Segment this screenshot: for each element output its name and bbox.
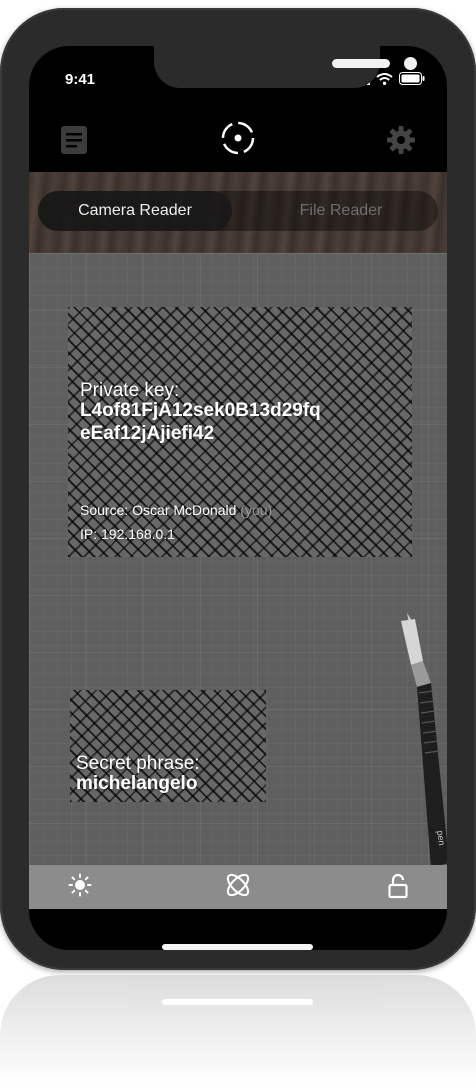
battery-icon (399, 72, 425, 85)
front-camera (404, 57, 417, 70)
unlock-icon[interactable] (388, 873, 408, 899)
reader-tabs-band: Camera Reader File Reader (29, 172, 447, 253)
ip-text: IP: 192.168.0.1 (80, 526, 175, 542)
reader-segmented-control: Camera Reader File Reader (38, 191, 438, 231)
reflection-home-indicator (162, 999, 313, 1005)
tab-file-reader[interactable]: File Reader (244, 191, 438, 231)
wifi-icon (376, 72, 393, 85)
document-list-icon[interactable] (60, 125, 88, 155)
source-name: Source: Oscar McDonald (80, 502, 241, 518)
speaker (332, 59, 390, 68)
notch (154, 46, 417, 88)
private-key-value-line2: eEaf12jAjiefi42 (80, 423, 215, 444)
source-you-tag: (you) (240, 502, 273, 518)
pen-brand-text: pen (435, 830, 447, 846)
tab-camera-reader[interactable]: Camera Reader (38, 191, 232, 231)
secret-phrase-label: Secret phrase: (76, 753, 200, 774)
atom-icon[interactable] (223, 869, 253, 901)
pen-image: pen (401, 613, 447, 868)
gear-icon[interactable] (386, 125, 416, 155)
source-text: Source: Oscar McDonald (you) (80, 502, 272, 518)
private-key-value-line1: L4of81FjA12sek0B13d29fq (80, 400, 321, 421)
phone-frame: 9:41 Camera Reader File Reader Private k… (0, 8, 476, 970)
bottom-toolbar (29, 865, 447, 909)
home-indicator[interactable] (162, 944, 313, 950)
scan-target-icon[interactable] (220, 120, 256, 156)
status-time: 9:41 (65, 71, 96, 88)
private-key-label: Private key: (80, 380, 180, 401)
screen: 9:41 Camera Reader File Reader Private k… (29, 46, 447, 950)
secret-phrase-value: michelangelo (76, 773, 198, 794)
brightness-icon[interactable] (68, 873, 92, 897)
phone-reflection (0, 975, 476, 1091)
top-toolbar (29, 108, 447, 172)
camera-preview: Private key: L4of81FjA12sek0B13d29fq eEa… (29, 253, 447, 868)
